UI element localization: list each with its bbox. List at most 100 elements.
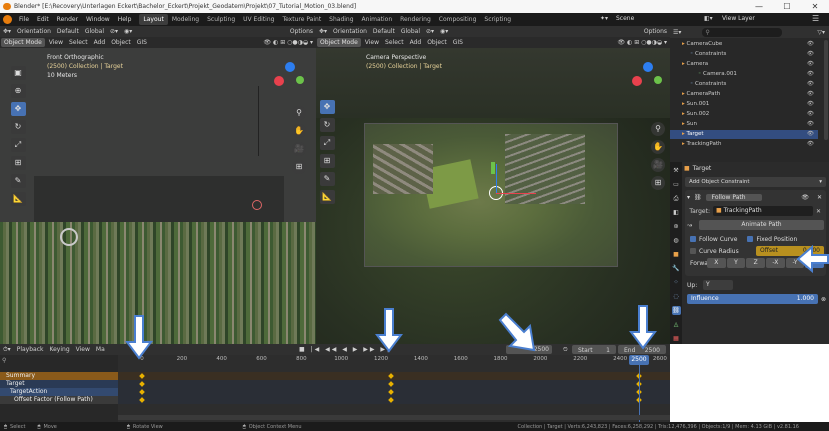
world-tab-icon[interactable]: ◍: [672, 236, 681, 245]
render-tab-icon[interactable]: ▭: [672, 180, 681, 189]
visibility-eye-icon[interactable]: 👁: [807, 60, 814, 69]
dopesheet-region[interactable]: 0 200 400 600 800 1000 1200 1400 1600 1800 2000 220…: [118, 355, 670, 422]
zoom-icon[interactable]: ⚲: [651, 122, 665, 136]
channel-search[interactable]: ⚲: [2, 356, 116, 365]
outliner-item[interactable]: ▸ Sun 👁: [670, 120, 818, 129]
gizmo-x-arrow[interactable]: [496, 193, 536, 194]
workspace-tab-texture-paint[interactable]: Texture Paint: [278, 14, 325, 25]
channel-fcurve[interactable]: Offset Factor (Follow Path): [0, 396, 118, 404]
workspace-tab-animation[interactable]: Animation: [358, 14, 397, 25]
rotate-tool-icon[interactable]: ↻: [319, 118, 335, 132]
data-tab-icon[interactable]: ◬: [672, 320, 681, 329]
cursor-tool-icon[interactable]: ⊕: [10, 84, 26, 98]
menu-select[interactable]: Select: [382, 37, 407, 48]
target-object-gizmo[interactable]: [60, 228, 78, 246]
gizmo-z-axis-icon[interactable]: [285, 62, 295, 72]
forward-axis-button[interactable]: -X: [766, 258, 785, 268]
outliner-item[interactable]: ◦ Constraints 👁: [670, 50, 818, 59]
visibility-eye-icon[interactable]: 👁: [807, 140, 814, 149]
preview-range-icon[interactable]: ⏲: [560, 344, 571, 355]
disable-keep-temp-icon[interactable]: ⊗: [818, 296, 826, 303]
channel-summary[interactable]: Summary: [0, 372, 118, 380]
physics-tab-icon[interactable]: ◌: [672, 292, 681, 301]
menu-add[interactable]: Add: [91, 37, 109, 48]
menu-object[interactable]: Object: [424, 37, 450, 48]
forward-axis-button[interactable]: X: [707, 258, 726, 268]
frame-ruler[interactable]: 0 200 400 600 800 1000 1200 1400 1600 1800 2000 220…: [118, 356, 670, 366]
visibility-eye-icon[interactable]: 👁: [807, 80, 814, 89]
object-tab-icon[interactable]: ■: [672, 250, 681, 259]
pan-hand-icon[interactable]: ✋: [651, 140, 665, 154]
visibility-eye-icon[interactable]: 👁: [807, 130, 814, 139]
transform-tool-icon[interactable]: ⊞: [319, 154, 335, 168]
editor-type-icon[interactable]: ⏱▾: [0, 344, 14, 355]
gizmo-z-axis-icon[interactable]: [643, 62, 653, 72]
outliner-item-icon[interactable]: ▸: [670, 131, 687, 137]
zoom-icon[interactable]: ⚲: [292, 106, 306, 120]
constraint-tab-icon[interactable]: ⛓: [671, 306, 681, 315]
clear-target-icon[interactable]: ✕: [813, 208, 824, 215]
workspace-tab-modeling[interactable]: Modeling: [168, 14, 203, 25]
outliner-item[interactable]: ▸ Target 👁: [670, 130, 818, 139]
camera-view-icon[interactable]: 🎥: [292, 142, 306, 156]
menu-render[interactable]: Render: [53, 13, 82, 26]
transform-tool-icon[interactable]: ⊞: [10, 156, 26, 170]
visibility-eye-icon[interactable]: 👁: [801, 194, 817, 201]
grid-toggle-icon[interactable]: ⊞: [292, 160, 306, 174]
playhead-line[interactable]: [639, 365, 640, 422]
texture-tab-icon[interactable]: ▦: [672, 334, 681, 343]
visibility-eye-icon[interactable]: 👁: [807, 50, 814, 59]
workspace-tab-rendering[interactable]: Rendering: [396, 14, 435, 25]
visibility-eye-icon[interactable]: 👁: [807, 120, 814, 129]
gizmo-y-axis-icon[interactable]: [296, 76, 304, 84]
outliner-item-icon[interactable]: ▸: [670, 141, 687, 147]
outliner-item[interactable]: ▸ Sun.001 👁: [670, 100, 818, 109]
outliner-scrollbar[interactable]: [824, 40, 828, 140]
workspace-tab-sculpting[interactable]: Sculpting: [203, 14, 239, 25]
outliner-item-icon[interactable]: ▸: [670, 41, 687, 47]
menu-select[interactable]: Select: [66, 37, 91, 48]
maximize-button[interactable]: ☐: [773, 0, 801, 13]
annotate-tool-icon[interactable]: ✎: [10, 174, 26, 188]
shading-mode-icons[interactable]: 👁 ◐ ⊞ ○●◑◒ ▾: [261, 37, 316, 48]
output-tab-icon[interactable]: ⎙: [672, 194, 681, 203]
pan-hand-icon[interactable]: ✋: [292, 124, 306, 138]
constraint-name-field[interactable]: Follow Path: [705, 193, 762, 201]
fixed-position-checkbox[interactable]: [747, 236, 754, 242]
view-layer-options-icon[interactable]: ☰: [812, 14, 819, 23]
channel-object[interactable]: Target: [0, 380, 118, 388]
workspace-tab-uv-editing[interactable]: UV Editing: [239, 14, 278, 25]
snap-icon[interactable]: ⊘▾: [423, 26, 437, 37]
navigation-gizmo[interactable]: [632, 62, 666, 96]
measure-tool-icon[interactable]: 📐: [10, 192, 26, 206]
view-layer-name[interactable]: View Layer: [722, 15, 755, 22]
options-dropdown[interactable]: Options: [287, 26, 316, 37]
scene-tab-icon[interactable]: ⊛: [672, 222, 681, 231]
global-dropdown[interactable]: Global: [82, 26, 107, 37]
tool-tab-icon[interactable]: ⚒: [672, 166, 681, 175]
transform-icon[interactable]: ✥▾: [0, 26, 14, 37]
delete-constraint-icon[interactable]: ✕: [817, 194, 824, 201]
workspace-tab-scripting[interactable]: Scripting: [480, 14, 515, 25]
channel-action[interactable]: TargetAction: [0, 388, 118, 396]
snap-icon[interactable]: ⊘▾: [107, 26, 121, 37]
scene-name[interactable]: Scene: [616, 15, 634, 22]
transform-icon[interactable]: ✥▾: [316, 26, 330, 37]
particles-tab-icon[interactable]: ⁘: [672, 278, 681, 287]
move-tool-icon[interactable]: ✥: [10, 102, 26, 116]
visibility-eye-icon[interactable]: 👁: [807, 100, 814, 109]
minimize-button[interactable]: —: [745, 0, 773, 13]
timeline-scrollbar[interactable]: [118, 415, 670, 420]
outliner-item-icon[interactable]: ▸: [670, 61, 687, 67]
influence-slider[interactable]: Influence 1.000: [687, 294, 818, 304]
move-tool-icon[interactable]: ✥: [319, 100, 335, 114]
animate-path-button[interactable]: Animate Path: [699, 220, 824, 230]
workspace-tab-layout[interactable]: Layout: [139, 14, 168, 25]
camera-view-icon[interactable]: 🎥: [651, 158, 665, 172]
outliner-editor-type-icon[interactable]: ☰▾: [670, 29, 684, 36]
up-axis-dropdown[interactable]: Y: [703, 280, 733, 290]
outliner-search-input[interactable]: ⚲: [702, 27, 783, 37]
menu-object[interactable]: Object: [108, 37, 134, 48]
menu-help[interactable]: Help: [114, 13, 136, 26]
forward-axis-button[interactable]: Z: [746, 258, 766, 268]
